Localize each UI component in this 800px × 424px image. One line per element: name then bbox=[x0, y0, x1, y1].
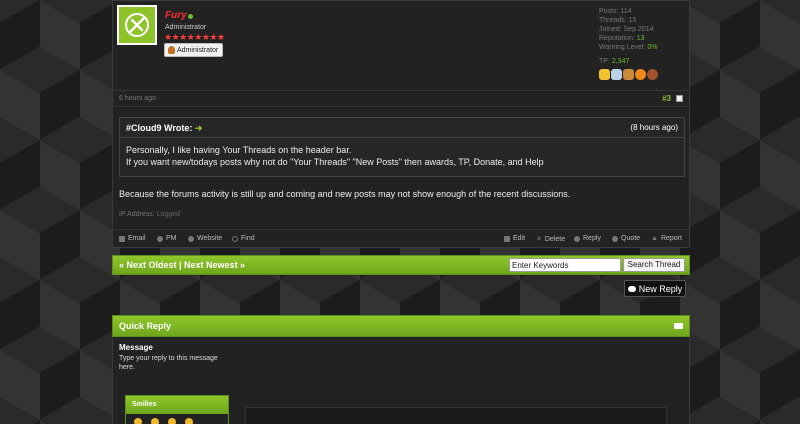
admin-group-icon bbox=[168, 46, 175, 54]
crown-award-icon[interactable] bbox=[599, 69, 610, 80]
pumpkin-award-icon[interactable] bbox=[635, 69, 646, 80]
x-icon: ✕ bbox=[536, 236, 542, 243]
search-thread-button[interactable]: Search Thread bbox=[623, 258, 685, 272]
user-group-label: Administrator bbox=[177, 46, 219, 54]
warning-icon: ▲ bbox=[651, 235, 658, 242]
quick-reply-header: Quick Reply bbox=[112, 315, 690, 337]
email-icon bbox=[119, 235, 125, 242]
wings-award-icon[interactable] bbox=[611, 69, 622, 80]
quote-icon bbox=[612, 235, 618, 242]
post-select-checkbox[interactable] bbox=[676, 95, 683, 102]
stat-joined: Joined: Sep 2014 bbox=[599, 26, 654, 33]
quote-jump-icon[interactable]: ➜ bbox=[195, 123, 203, 133]
user-title: Administrator bbox=[165, 24, 207, 31]
character-award-icon[interactable] bbox=[623, 69, 634, 80]
tp-points: TP: 2,347 bbox=[599, 58, 630, 65]
globe-icon bbox=[188, 235, 194, 242]
quote-body: Personally, I like having Your Threads o… bbox=[120, 138, 684, 168]
search-icon bbox=[232, 235, 238, 242]
thread-nav-bar: « Next Oldest | Next Newest » Enter Keyw… bbox=[112, 255, 690, 275]
post-time: 6 hours ago bbox=[119, 95, 156, 102]
quote-line: Personally, I like having Your Threads o… bbox=[126, 145, 352, 155]
smilies-title: Smilies bbox=[126, 396, 228, 414]
smilies-panel: Smilies bbox=[125, 395, 229, 424]
collapse-toggle-icon[interactable] bbox=[674, 323, 683, 329]
post-number-link[interactable]: #3 bbox=[662, 94, 671, 103]
quote-block: #Cloud9 Wrote: ➜ (8 hours ago) Personall… bbox=[119, 117, 685, 177]
smiley-icon[interactable] bbox=[185, 418, 193, 424]
pm-icon bbox=[157, 235, 163, 242]
post-actions-bar: Email PM Website Find Edit ✕ Delete Reply… bbox=[113, 229, 689, 247]
quote-author: #Cloud9 Wrote: ➜ bbox=[126, 123, 203, 133]
post-body-text: Because the forums activity is still up … bbox=[119, 189, 571, 199]
online-status-icon bbox=[188, 14, 193, 19]
quote-header: #Cloud9 Wrote: ➜ (8 hours ago) bbox=[120, 118, 684, 138]
quick-reply-title: Quick Reply bbox=[119, 321, 172, 331]
smiley-icon[interactable] bbox=[168, 418, 176, 424]
post-meta-bar: 6 hours ago #3 bbox=[113, 91, 689, 107]
tp-value: 2,347 bbox=[611, 58, 630, 65]
report-button[interactable]: ▲ Report bbox=[651, 235, 682, 242]
user-rank-stars: ★★★★★★★★ bbox=[164, 32, 225, 42]
edit-button[interactable]: Edit bbox=[504, 235, 525, 242]
message-label: Message bbox=[119, 343, 153, 352]
stat-warning: Warning Level: 0% bbox=[599, 44, 658, 51]
find-button[interactable]: Find bbox=[232, 235, 255, 242]
pm-button[interactable]: PM bbox=[157, 235, 177, 242]
stat-posts: Posts: 114 bbox=[599, 8, 632, 15]
quick-reply-body: Message Type your reply to this message … bbox=[112, 337, 690, 424]
delete-button[interactable]: ✕ Delete bbox=[536, 235, 565, 244]
avatar-logo-icon bbox=[125, 13, 149, 37]
speech-bubble-icon bbox=[627, 285, 636, 292]
quote-time: (8 hours ago) bbox=[630, 123, 678, 132]
next-oldest-newest-links[interactable]: « Next Oldest | Next Newest » bbox=[119, 260, 245, 270]
reputation-value[interactable]: 13 bbox=[637, 35, 645, 42]
user-group-badge: Administrator bbox=[164, 43, 224, 57]
quote-line: If you want new/todays posts why not do … bbox=[126, 157, 544, 167]
post-author-panel: Fury Administrator ★★★★★★★★ Administrato… bbox=[113, 1, 689, 91]
keywords-input[interactable]: Enter Keywords bbox=[509, 258, 621, 272]
message-hint: Type your reply to this message here. bbox=[119, 355, 218, 371]
ip-value: Logged bbox=[156, 211, 180, 218]
pencil-icon bbox=[504, 235, 510, 242]
ip-address: IP Address: Logged bbox=[119, 211, 180, 218]
new-reply-button[interactable]: New Reply bbox=[624, 280, 686, 297]
post-container: Fury Administrator ★★★★★★★★ Administrato… bbox=[112, 0, 690, 248]
turkey-award-icon[interactable] bbox=[647, 69, 658, 80]
stat-reputation: Reputation: 13 bbox=[599, 35, 645, 42]
new-reply-label: New Reply bbox=[638, 283, 683, 294]
awards-row bbox=[599, 69, 658, 80]
email-button[interactable]: Email bbox=[119, 235, 146, 242]
warning-value[interactable]: 0% bbox=[647, 44, 657, 51]
message-editor[interactable] bbox=[245, 407, 667, 424]
website-button[interactable]: Website bbox=[188, 235, 222, 242]
quote-button[interactable]: Quote bbox=[612, 235, 640, 242]
reply-icon bbox=[574, 235, 580, 242]
reply-button[interactable]: Reply bbox=[574, 235, 601, 242]
user-stats: Posts: 114 Threads: 15 Joined: Sep 2014 … bbox=[599, 7, 658, 52]
avatar[interactable] bbox=[117, 5, 157, 45]
smilies-row bbox=[126, 414, 228, 424]
username[interactable]: Fury bbox=[165, 10, 187, 21]
smiley-icon[interactable] bbox=[134, 418, 142, 424]
stat-threads: Threads: 15 bbox=[599, 17, 637, 24]
smiley-icon[interactable] bbox=[151, 418, 159, 424]
